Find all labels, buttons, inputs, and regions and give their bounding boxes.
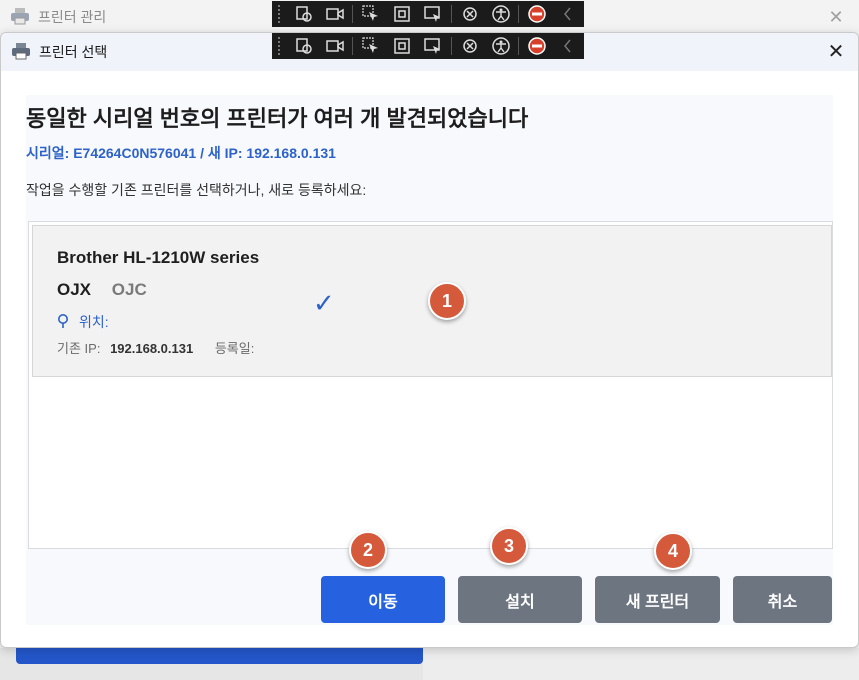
printer-codes: OJX OJC (57, 280, 147, 300)
location-label: 위치: (79, 314, 109, 330)
toolbar-divider (518, 5, 520, 23)
background-window-title: 프린터 관리 (38, 9, 107, 25)
printer-code-secondary: OJC (111, 280, 147, 299)
background-close-icon[interactable]: ✕ (827, 8, 845, 26)
drag-handle[interactable] (278, 37, 284, 55)
location-pin-icon (57, 313, 69, 332)
annotation-badge-2: 2 (349, 531, 387, 569)
printer-list: Brother HL-1210W series OJX OJC 위치: 기존 I… (28, 221, 833, 549)
toolbar-divider (451, 37, 453, 55)
accessibility-icon[interactable] (485, 2, 516, 26)
capture-icon[interactable] (418, 34, 449, 58)
select-icon[interactable] (355, 2, 386, 26)
toolbar-divider (518, 37, 520, 55)
dialog-title: 프린터 선택 (39, 44, 108, 60)
annotation-badge-1: 1 (428, 282, 466, 320)
printer-icon (11, 42, 31, 63)
block-icon[interactable] (521, 2, 552, 26)
toolbar-divider (451, 5, 453, 23)
ip-label: 기존 IP: (57, 341, 101, 356)
drag-handle[interactable] (278, 5, 284, 23)
accessibility-icon[interactable] (485, 34, 516, 58)
background-footer-right (423, 648, 859, 680)
collapse-icon[interactable] (553, 2, 584, 26)
ip-value: 192.168.0.131 (110, 341, 194, 356)
floating-toolbar-dialog (272, 33, 584, 59)
printer-icon (10, 7, 30, 28)
stop-square-icon[interactable] (387, 34, 418, 58)
printer-location: 위치: (57, 312, 109, 332)
install-button[interactable]: 설치 (458, 576, 582, 623)
sync-icon[interactable] (454, 34, 485, 58)
printer-name: Brother HL-1210W series (57, 248, 260, 267)
settings-icon[interactable] (288, 2, 319, 26)
collapse-icon[interactable] (553, 34, 584, 58)
instruction-text: 작업을 수행할 기존 프린터를 선택하거나, 새로 등록하세요: (26, 182, 367, 198)
sync-icon[interactable] (454, 2, 485, 26)
dialog-content: 동일한 시리얼 번호의 프린터가 여러 개 발견되었습니다 시리얼: E7426… (26, 95, 833, 625)
cancel-button[interactable]: 취소 (733, 576, 832, 623)
toolbar-divider (352, 37, 354, 55)
move-button[interactable]: 이동 (321, 576, 445, 623)
settings-icon[interactable] (288, 34, 319, 58)
floating-toolbar (272, 1, 584, 27)
stop-square-icon[interactable] (387, 2, 418, 26)
serial-info: 시리얼: E74264C0N576041 / 새 IP: 192.168.0.1… (26, 145, 336, 161)
printer-code-primary: OJX (57, 280, 92, 299)
printer-select-dialog: 프린터 선택 ✕ 동일한 시리얼 번호의 프린터가 여러 개 발견되었습니다 시… (0, 32, 859, 648)
selected-check-icon: ✓ (313, 288, 335, 318)
video-icon[interactable] (319, 2, 350, 26)
new-printer-button[interactable]: 새 프린터 (595, 576, 720, 623)
close-icon[interactable]: ✕ (826, 42, 846, 62)
printer-meta: 기존 IP: 192.168.0.131 등록일: (57, 338, 254, 357)
annotation-badge-3: 3 (490, 527, 528, 565)
page-title: 동일한 시리얼 번호의 프린터가 여러 개 발견되었습니다 (26, 106, 529, 131)
registered-label: 등록일: (214, 341, 255, 356)
select-icon[interactable] (355, 34, 386, 58)
video-icon[interactable] (319, 34, 350, 58)
capture-icon[interactable] (418, 2, 449, 26)
annotation-badge-4: 4 (654, 532, 692, 570)
block-icon[interactable] (521, 34, 552, 58)
toolbar-divider (352, 5, 354, 23)
